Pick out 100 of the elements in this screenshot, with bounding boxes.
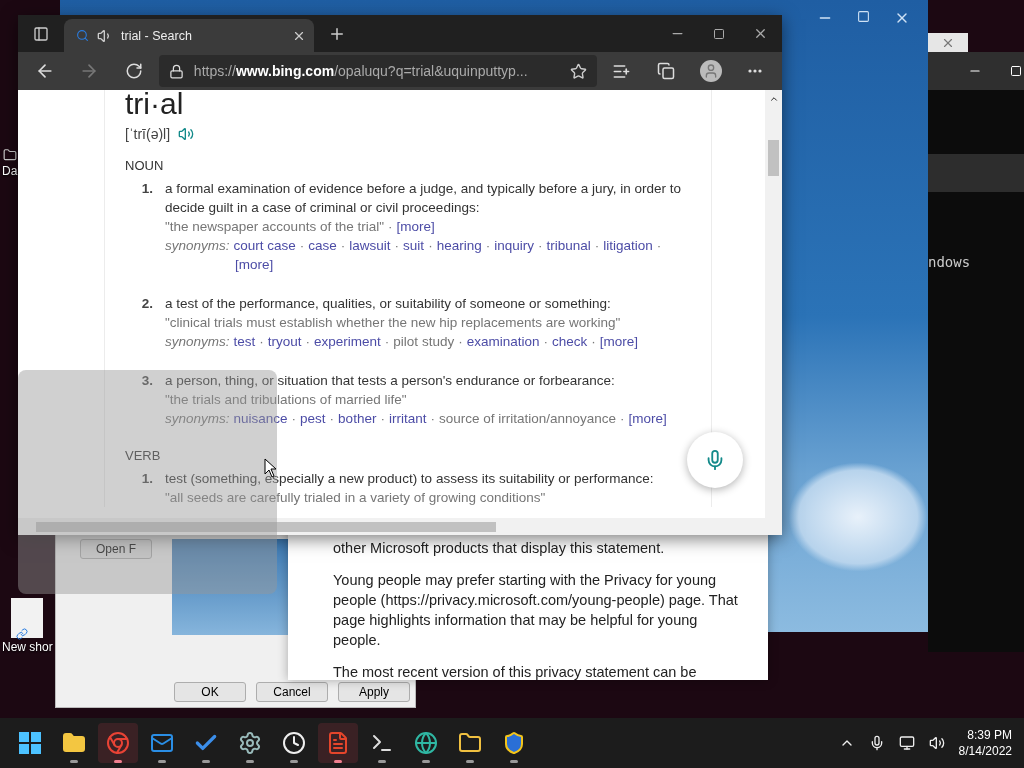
speaker-icon[interactable] xyxy=(178,126,195,142)
desktop-icon-label[interactable]: New shor xyxy=(2,640,53,654)
dialog-button[interactable]: OK xyxy=(174,682,246,702)
synonym-text: pilot study xyxy=(393,333,455,351)
file-icon[interactable] xyxy=(11,598,44,638)
synonym-link[interactable]: bother xyxy=(338,409,377,428)
avatar-icon xyxy=(699,60,722,82)
panel-icon xyxy=(33,25,49,42)
separator-dot: · xyxy=(329,410,335,428)
close-icon[interactable] xyxy=(941,36,955,50)
synonym-link[interactable]: suit xyxy=(403,236,425,255)
example-text: "all seeds are carefully trialed in a variety of growing conditions" xyxy=(165,489,546,507)
part-of-speech: NOUN xyxy=(125,158,164,173)
address-bar[interactable]: https://www.bing.com/opaluqu?q=trial&uquinputtyp... xyxy=(158,55,597,87)
separator-dot: · xyxy=(656,237,662,255)
synonym-link[interactable]: tryout xyxy=(267,332,302,351)
definition-text: a formal examination of evidence before a judge, and typically before a jury, in order to decide guilt in a case of criminal or civil proceedings: xyxy=(165,180,683,217)
synonym-link[interactable]: [more] xyxy=(599,332,638,351)
settings-icon xyxy=(238,731,262,755)
synonym-text: source of irritation/annoyance xyxy=(438,410,616,428)
separator-dot: · xyxy=(620,410,625,428)
synonym-link[interactable]: case xyxy=(308,236,337,255)
synonym-link[interactable]: hearing xyxy=(436,236,482,255)
separator-dot: · xyxy=(387,218,393,236)
headword: tri·al xyxy=(125,90,185,120)
terminal-text: ndows xyxy=(928,254,972,270)
privacy-paragraph: The most recent version of this privacy statement can be xyxy=(333,663,698,680)
folder-icon xyxy=(458,731,482,755)
synonym-link[interactable]: experiment xyxy=(314,332,381,351)
clock-date[interactable]: 8/14/2022 xyxy=(958,743,1012,759)
start-icon xyxy=(19,732,41,754)
synonym-link[interactable]: court case xyxy=(233,236,296,255)
sense-number: 2. xyxy=(140,295,153,313)
more-link[interactable]: [more] xyxy=(396,217,435,236)
example-text: "the newspaper accounts of the trial" xyxy=(165,218,384,236)
dialog-button[interactable]: Cancel xyxy=(256,682,328,702)
sense-number: 1. xyxy=(140,180,153,198)
refresh-icon xyxy=(124,62,143,80)
definition-text: a test of the performance, qualities, or suitability of someone or something: xyxy=(165,295,612,313)
separator-dot: · xyxy=(259,333,264,351)
desktop-icon-label[interactable]: Da xyxy=(2,164,18,178)
synonym-link[interactable]: [more] xyxy=(235,255,274,274)
synonym-link[interactable]: inquiry xyxy=(494,236,534,255)
synonym-link[interactable]: irritant xyxy=(388,409,427,428)
sense-number: 3. xyxy=(140,372,153,390)
synonyms-label: synonyms: xyxy=(165,333,230,351)
volume-icon[interactable] xyxy=(928,735,945,751)
synonyms-label: synonyms: xyxy=(165,237,230,255)
synonym-link[interactable]: test xyxy=(233,332,256,351)
maximize-icon[interactable] xyxy=(713,27,725,40)
privacy-paragraph: Young people may prefer starting with the Privacy for young people (https://privacy.microsoft.com/young-people) page. That page highlights information that may be helpful for young people. xyxy=(333,571,738,650)
browser-tab[interactable]: trial - Search xyxy=(64,19,314,52)
synonym-link[interactable]: litigation xyxy=(603,236,653,255)
separator-dot: · xyxy=(428,237,433,255)
globe-icon xyxy=(414,731,438,755)
sense-number: 1. xyxy=(140,470,153,488)
dialog-button[interactable]: Apply xyxy=(338,682,410,702)
collections-icon xyxy=(657,62,676,80)
tab-title: trial - Search xyxy=(121,28,193,43)
shortcut-arrow-icon xyxy=(16,628,28,640)
folder-icon[interactable] xyxy=(2,148,17,162)
separator-dot: · xyxy=(543,333,548,351)
definition-text: a person, thing, or situation that tests a person's endurance or forbearance: xyxy=(165,372,616,390)
network-icon[interactable] xyxy=(898,735,915,751)
separator-dot: · xyxy=(591,333,596,351)
example-text: "the trials and tribulations of married life" xyxy=(165,391,407,409)
separator-dot: · xyxy=(394,237,400,255)
synonym-link[interactable]: check xyxy=(551,332,588,351)
close-icon[interactable] xyxy=(753,26,768,41)
star-icon[interactable] xyxy=(569,62,587,80)
scroll-up-icon[interactable] xyxy=(768,94,779,104)
clock-icon xyxy=(282,731,306,755)
vertical-scrollbar[interactable] xyxy=(765,90,782,518)
microphone-button[interactable] xyxy=(687,432,743,488)
synonym-link[interactable]: tribunal xyxy=(546,236,591,255)
synonym-link[interactable]: examination xyxy=(466,332,540,351)
separator-dot: · xyxy=(458,333,463,351)
search-icon xyxy=(76,29,89,42)
example-text: "clinical trials must establish whether the new hip replacements are working" xyxy=(165,314,621,332)
separator-dot: · xyxy=(384,333,390,351)
shield-icon xyxy=(502,731,526,755)
definition-text: test (something, especially a new product) to assess its suitability or performance: xyxy=(165,470,655,488)
document-icon xyxy=(326,731,350,755)
synonym-link[interactable]: lawsuit xyxy=(349,236,391,255)
open-button[interactable]: Open F xyxy=(80,539,152,559)
clock-time[interactable]: 8:39 PM xyxy=(967,727,1012,743)
separator-dot: · xyxy=(291,410,297,428)
separator-dot: · xyxy=(299,237,305,255)
part-of-speech: VERB xyxy=(125,448,161,463)
synonym-link[interactable]: [more] xyxy=(628,409,667,428)
horizontal-scrollbar[interactable] xyxy=(18,518,765,535)
synonym-link[interactable]: pest xyxy=(300,409,326,428)
url-text: https://www.bing.com/opaluqu?q=trial&uquinputtyp... xyxy=(193,63,529,79)
separator-dot: · xyxy=(340,237,346,255)
separator-dot: · xyxy=(380,410,385,428)
scrollbar-thumb[interactable] xyxy=(768,140,779,176)
synonyms-label: synonyms: xyxy=(165,410,230,428)
folder-icon xyxy=(62,731,86,755)
privacy-paragraph: other Microsoft products that display this statement. xyxy=(333,539,666,558)
separator-dot: · xyxy=(430,410,435,428)
